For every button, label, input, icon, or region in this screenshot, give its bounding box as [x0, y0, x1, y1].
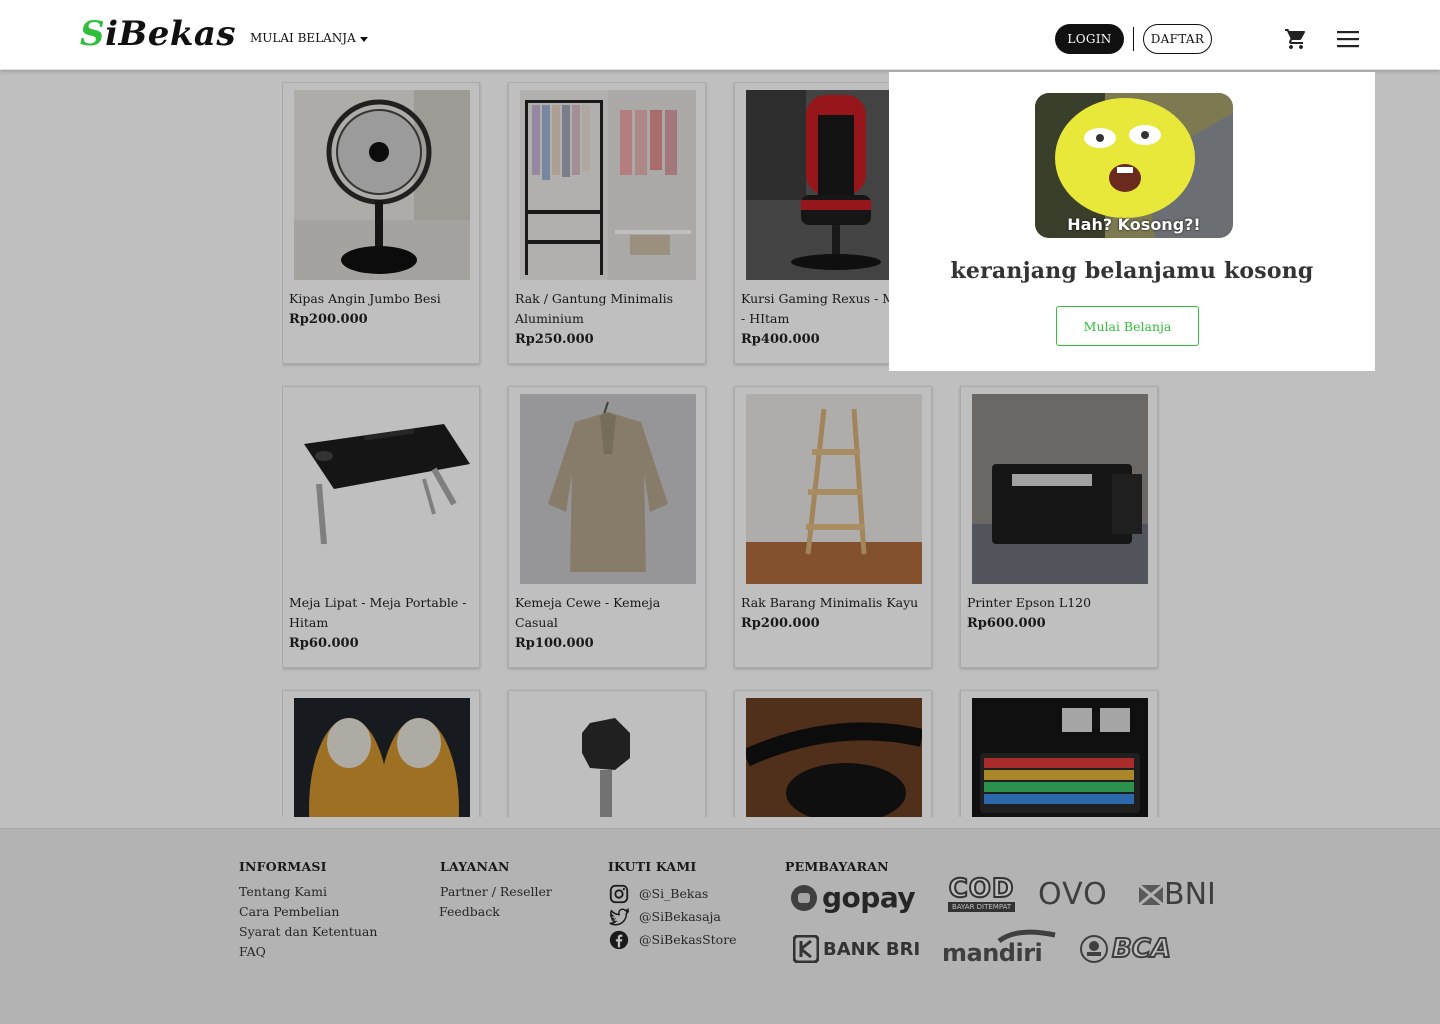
caret-down-icon	[359, 36, 368, 42]
logo-letter-s: S	[80, 14, 106, 54]
shopping-cart-icon[interactable]	[1284, 27, 1308, 51]
hamburger-menu-icon[interactable]	[1336, 28, 1360, 50]
register-button[interactable]: DAFTAR	[1143, 24, 1212, 54]
top-navbar: SiBekas MULAI BELANJA LOGIN DAFTAR	[0, 0, 1440, 70]
empty-cart-message: keranjang belanjamu kosong	[950, 258, 1314, 284]
meme-caption: Hah? Kosong?!	[1067, 215, 1201, 234]
auth-divider	[1133, 27, 1134, 51]
shop-menu-dropdown[interactable]: MULAI BELANJA	[250, 31, 368, 45]
empty-cart-meme-image: Hah? Kosong?!	[1035, 93, 1233, 238]
sibekas-logo[interactable]: SiBekas	[80, 14, 236, 54]
start-shopping-button[interactable]: Mulai Belanja	[1056, 306, 1199, 346]
cart-dropdown: Hah? Kosong?! keranjang belanjamu kosong…	[889, 72, 1375, 371]
logo-text: iBekas	[105, 14, 237, 54]
shop-menu-label: MULAI BELANJA	[250, 31, 356, 45]
login-button[interactable]: LOGIN	[1055, 24, 1124, 54]
